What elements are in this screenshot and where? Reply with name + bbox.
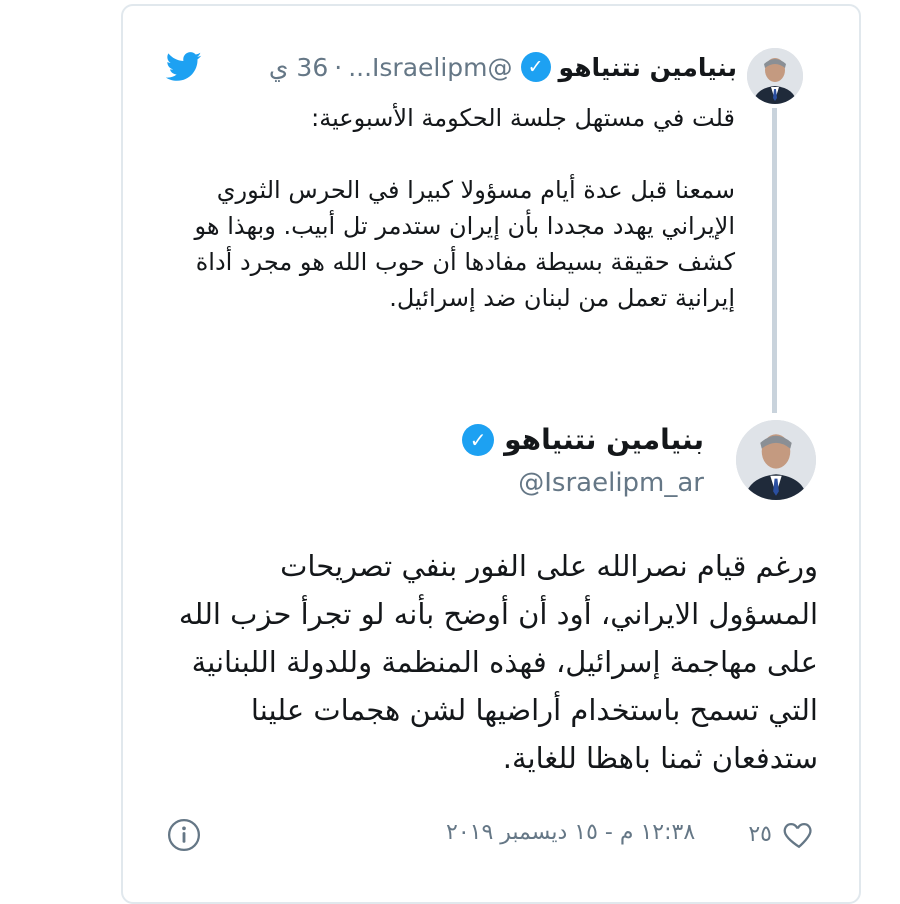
main-author-name[interactable]: بنيامين نتنياهو [504,423,704,456]
parent-author-avatar[interactable] [747,48,803,104]
twitter-bird-icon[interactable] [166,52,202,82]
parent-tweet-header: بنيامين نتنياهو ✓ @Israelipm... · 36 ي [269,52,737,82]
main-tweet-text: ورغم قيام نصرالله على الفور بنفي تصريحات… [178,549,818,775]
parent-author-handle[interactable]: @Israelipm... [348,53,512,82]
verified-badge-icon: ✓ [520,52,551,82]
parent-tweet-text: قلت في مستهل جلسة الحكومة الأسبوعية: سمع… [175,100,735,316]
heart-icon[interactable] [782,817,816,851]
likes-count: ٢٥ [748,821,772,847]
like-button[interactable]: ٢٥ [748,817,816,851]
parent-author-name[interactable]: بنيامين نتنياهو [559,53,737,82]
header-separator: · [334,52,343,82]
main-author-avatar[interactable] [736,420,816,500]
main-author-handle[interactable]: @Israelipm_ar [518,468,704,498]
parent-tweet-body: سمعنا قبل عدة أيام مسؤولا كبيرا في الحرس… [194,176,735,312]
parent-tweet-time[interactable]: 36 ي [269,53,328,82]
verified-badge-icon: ✓ [462,423,495,456]
info-icon[interactable] [167,818,201,852]
thread-connector-line [772,108,777,413]
main-tweet-header: بنيامين نتنياهو ✓ [454,423,704,456]
tweet-timestamp[interactable]: ١٢:٣٨ م - ١٥ ديسمبر ٢٠١٩ [446,820,695,845]
parent-tweet-intro: قلت في مستهل جلسة الحكومة الأسبوعية: [311,104,735,132]
